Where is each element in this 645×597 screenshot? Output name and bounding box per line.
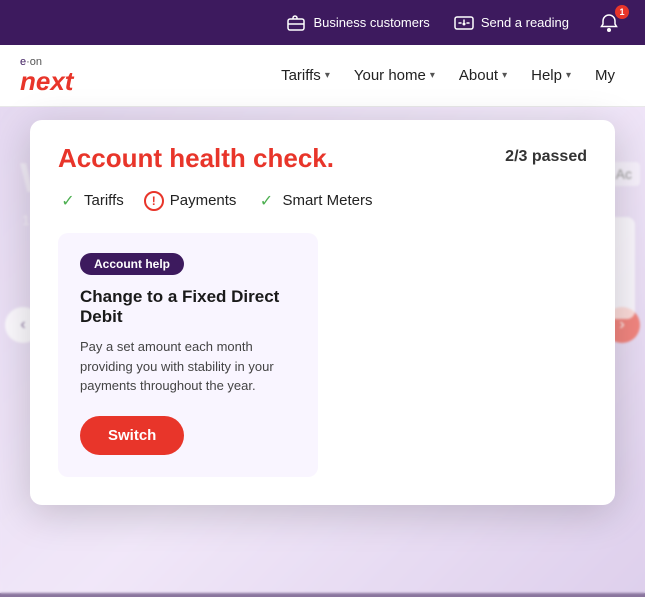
- card-description: Pay a set amount each month providing yo…: [80, 337, 296, 396]
- check-tariffs-label: Tariffs: [84, 192, 124, 209]
- nav-your-home[interactable]: Your home ▾: [344, 59, 445, 92]
- nav-bar: e·on next Tariffs ▾ Your home ▾ About ▾ …: [0, 45, 645, 107]
- meter-icon: [454, 13, 474, 33]
- check-pass-icon-tariffs: ✓: [58, 191, 78, 211]
- top-bar: Business customers Send a reading 1: [0, 0, 645, 45]
- send-reading-link[interactable]: Send a reading: [454, 13, 569, 33]
- my-label: My: [595, 67, 615, 84]
- nav-my-account[interactable]: My: [585, 59, 625, 92]
- check-pass-icon-smart-meters: ✓: [256, 191, 276, 211]
- switch-button[interactable]: Switch: [80, 416, 184, 455]
- check-warn-icon-payments: !: [144, 191, 164, 211]
- modal-header: Account health check. 2/3 passed: [58, 144, 587, 173]
- help-label: Help: [531, 67, 562, 84]
- your-home-chevron-icon: ▾: [430, 70, 435, 81]
- about-chevron-icon: ▾: [502, 70, 507, 81]
- modal-checks: ✓ Tariffs ! Payments ✓ Smart Meters: [58, 191, 587, 211]
- send-reading-label: Send a reading: [481, 15, 569, 30]
- business-customers-link[interactable]: Business customers: [286, 13, 429, 33]
- logo[interactable]: e·on next: [20, 57, 73, 95]
- business-customers-label: Business customers: [313, 15, 429, 30]
- nav-about[interactable]: About ▾: [449, 59, 517, 92]
- about-label: About: [459, 67, 498, 84]
- account-help-card: Account help Change to a Fixed Direct De…: [58, 233, 318, 477]
- modal-passed-count: 2/3 passed: [505, 148, 587, 166]
- nav-help[interactable]: Help ▾: [521, 59, 581, 92]
- tariffs-chevron-icon: ▾: [325, 70, 330, 81]
- notification-button[interactable]: 1: [593, 7, 625, 39]
- modal-title: Account health check.: [58, 144, 334, 173]
- briefcase-icon: [286, 13, 306, 33]
- help-chevron-icon: ▾: [566, 70, 571, 81]
- card-tag: Account help: [80, 253, 184, 275]
- check-smart-meters-label: Smart Meters: [282, 192, 372, 209]
- check-smart-meters: ✓ Smart Meters: [256, 191, 372, 211]
- account-health-modal: Account health check. 2/3 passed ✓ Tarif…: [30, 120, 615, 505]
- your-home-label: Your home: [354, 67, 426, 84]
- check-payments: ! Payments: [144, 191, 237, 211]
- check-tariffs: ✓ Tariffs: [58, 191, 124, 211]
- check-payments-label: Payments: [170, 192, 237, 209]
- nav-tariffs[interactable]: Tariffs ▾: [271, 59, 340, 92]
- card-title: Change to a Fixed Direct Debit: [80, 287, 296, 328]
- notification-badge: 1: [615, 5, 629, 19]
- nav-items: Tariffs ▾ Your home ▾ About ▾ Help ▾ My: [271, 59, 625, 92]
- logo-next-text: next: [20, 66, 73, 96]
- tariffs-label: Tariffs: [281, 67, 321, 84]
